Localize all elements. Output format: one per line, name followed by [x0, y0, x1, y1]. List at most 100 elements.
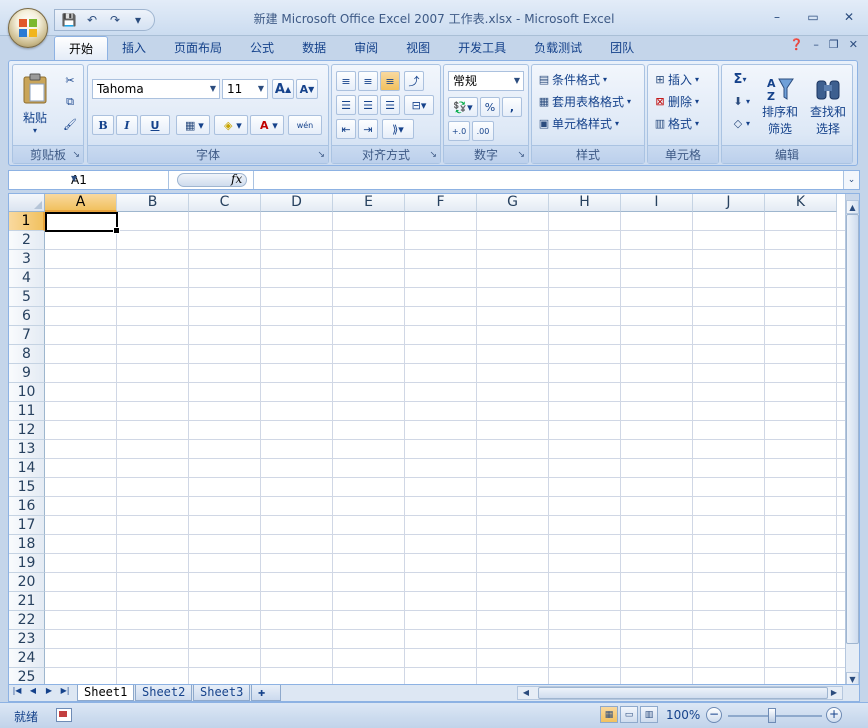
row-header[interactable]: 8 — [9, 345, 45, 364]
row-header[interactable]: 10 — [9, 383, 45, 402]
doc-close-icon[interactable]: ✕ — [849, 38, 858, 51]
row-header[interactable]: 13 — [9, 440, 45, 459]
row-header[interactable]: 2 — [9, 231, 45, 250]
tab-formulas[interactable]: 公式 — [236, 36, 288, 60]
expand-formula-bar-icon[interactable]: ⌄ — [843, 171, 859, 189]
zoom-slider-thumb[interactable] — [768, 708, 776, 723]
active-cell-a1[interactable] — [45, 212, 120, 234]
sheet-tab-1[interactable]: Sheet1 — [77, 685, 135, 701]
row-header[interactable]: 5 — [9, 288, 45, 307]
column-header[interactable]: I — [621, 194, 693, 212]
cell-grid[interactable] — [45, 212, 845, 684]
row-header[interactable]: 17 — [9, 516, 45, 535]
scroll-right-icon[interactable]: ▶ — [828, 687, 840, 699]
delete-cells-button[interactable]: ⊠ 删除 ▾ — [652, 91, 699, 111]
row-header[interactable]: 1 — [9, 212, 45, 231]
phonetic-button[interactable]: wén — [288, 115, 322, 135]
row-header[interactable]: 16 — [9, 497, 45, 516]
row-header[interactable]: 3 — [9, 250, 45, 269]
tab-developer[interactable]: 开发工具 — [444, 36, 520, 60]
font-name-combo[interactable]: Tahoma ▼ — [92, 79, 220, 99]
tab-load-test[interactable]: 负载测试 — [520, 36, 596, 60]
close-button[interactable]: ✕ — [838, 8, 860, 26]
number-format-combo[interactable]: 常规 ▼ — [448, 71, 524, 91]
tab-team[interactable]: 团队 — [596, 36, 648, 60]
row-header[interactable]: 22 — [9, 611, 45, 630]
scroll-up-icon[interactable]: ▲ — [846, 200, 859, 214]
formula-input[interactable] — [253, 171, 843, 189]
undo-icon[interactable]: ↶ — [82, 11, 102, 29]
tab-review[interactable]: 审阅 — [340, 36, 392, 60]
help-icon[interactable]: ❓ — [790, 38, 804, 51]
align-right-button[interactable]: ☰ — [380, 95, 400, 115]
tab-view[interactable]: 视图 — [392, 36, 444, 60]
vertical-scroll-thumb[interactable] — [846, 214, 859, 644]
alignment-launcher-icon[interactable]: ↘ — [429, 150, 437, 160]
font-color-button[interactable]: A ▾ — [250, 115, 284, 135]
italic-button[interactable]: I — [116, 115, 138, 135]
zoom-level[interactable]: 100% — [666, 708, 700, 722]
number-launcher-icon[interactable]: ↘ — [517, 150, 525, 160]
horizontal-scroll-thumb[interactable] — [538, 687, 828, 699]
prev-sheet-icon[interactable]: ◀ — [27, 686, 39, 695]
doc-minimize-icon[interactable]: – — [813, 38, 819, 51]
decrease-decimal-button[interactable]: .00 — [472, 121, 494, 141]
row-header[interactable]: 21 — [9, 592, 45, 611]
redo-icon[interactable]: ↷ — [105, 11, 125, 29]
currency-button[interactable]: 💱▾ — [448, 97, 478, 117]
align-top-button[interactable]: ≡ — [336, 71, 356, 91]
borders-button[interactable]: ▦ ▾ — [176, 115, 210, 135]
increase-indent-button[interactable]: ⇥ — [358, 119, 378, 139]
format-as-table-button[interactable]: ▦ 套用表格格式 ▾ — [536, 91, 631, 111]
tab-data[interactable]: 数据 — [288, 36, 340, 60]
font-size-combo[interactable]: 11 ▼ — [222, 79, 268, 99]
column-header[interactable]: A — [45, 194, 117, 212]
grow-font-button[interactable]: A ▲ — [272, 79, 294, 99]
insert-function-button[interactable]: fx — [231, 172, 242, 186]
sheet-tab-2[interactable]: Sheet2 — [135, 685, 193, 701]
column-header[interactable]: F — [405, 194, 477, 212]
row-header[interactable]: 20 — [9, 573, 45, 592]
fill-color-button[interactable]: ◈ ▾ — [214, 115, 248, 135]
align-center-button[interactable]: ☰ — [358, 95, 378, 115]
tab-page-layout[interactable]: 页面布局 — [160, 36, 236, 60]
column-header[interactable]: K — [765, 194, 837, 212]
maximize-button[interactable]: ▭ — [802, 8, 824, 26]
column-header[interactable]: G — [477, 194, 549, 212]
scroll-down-icon[interactable]: ▼ — [846, 672, 859, 684]
scroll-left-icon[interactable]: ◀ — [520, 687, 532, 699]
row-header[interactable]: 23 — [9, 630, 45, 649]
align-bottom-button[interactable]: ≡ — [380, 71, 400, 91]
format-painter-icon[interactable]: 🖌 — [61, 115, 79, 133]
row-header[interactable]: 9 — [9, 364, 45, 383]
cut-icon[interactable]: ✂ — [61, 71, 79, 89]
merge-center-button[interactable]: ⊟▾ — [404, 95, 434, 115]
first-sheet-icon[interactable]: |◀ — [11, 686, 23, 695]
percent-button[interactable]: % — [480, 97, 500, 117]
orientation-button[interactable]: ⤴ — [404, 71, 424, 91]
zoom-out-button[interactable]: − — [706, 707, 722, 723]
column-header[interactable]: H — [549, 194, 621, 212]
row-header[interactable]: 18 — [9, 535, 45, 554]
next-sheet-icon[interactable]: ▶ — [43, 686, 55, 695]
sort-filter-button[interactable]: A Z 排序和 筛选 — [758, 69, 802, 143]
conditional-format-button[interactable]: ▤ 条件格式 ▾ — [536, 69, 607, 89]
save-icon[interactable]: 💾 — [59, 11, 79, 29]
format-cells-button[interactable]: ▥ 格式 ▾ — [652, 113, 699, 133]
column-header[interactable]: J — [693, 194, 765, 212]
row-header[interactable]: 14 — [9, 459, 45, 478]
vertical-scrollbar[interactable]: ▲ ▼ — [845, 194, 859, 684]
font-launcher-icon[interactable]: ↘ — [317, 150, 325, 160]
align-middle-button[interactable]: ≡ — [358, 71, 378, 91]
copy-icon[interactable]: ⧉ — [61, 93, 79, 111]
decrease-indent-button[interactable]: ⇤ — [336, 119, 356, 139]
page-layout-view-icon[interactable]: ▭ — [620, 706, 638, 723]
clear-button[interactable]: ◇ ▾ — [726, 113, 754, 133]
minimize-button[interactable]: – — [766, 8, 788, 26]
tab-home[interactable]: 开始 — [54, 36, 109, 60]
row-header[interactable]: 11 — [9, 402, 45, 421]
sheet-tab-3[interactable]: Sheet3 — [193, 685, 251, 701]
shrink-font-button[interactable]: A ▼ — [296, 79, 318, 99]
find-select-button[interactable]: 查找和 选择 — [806, 69, 850, 143]
increase-decimal-button[interactable]: +.0 — [448, 121, 470, 141]
